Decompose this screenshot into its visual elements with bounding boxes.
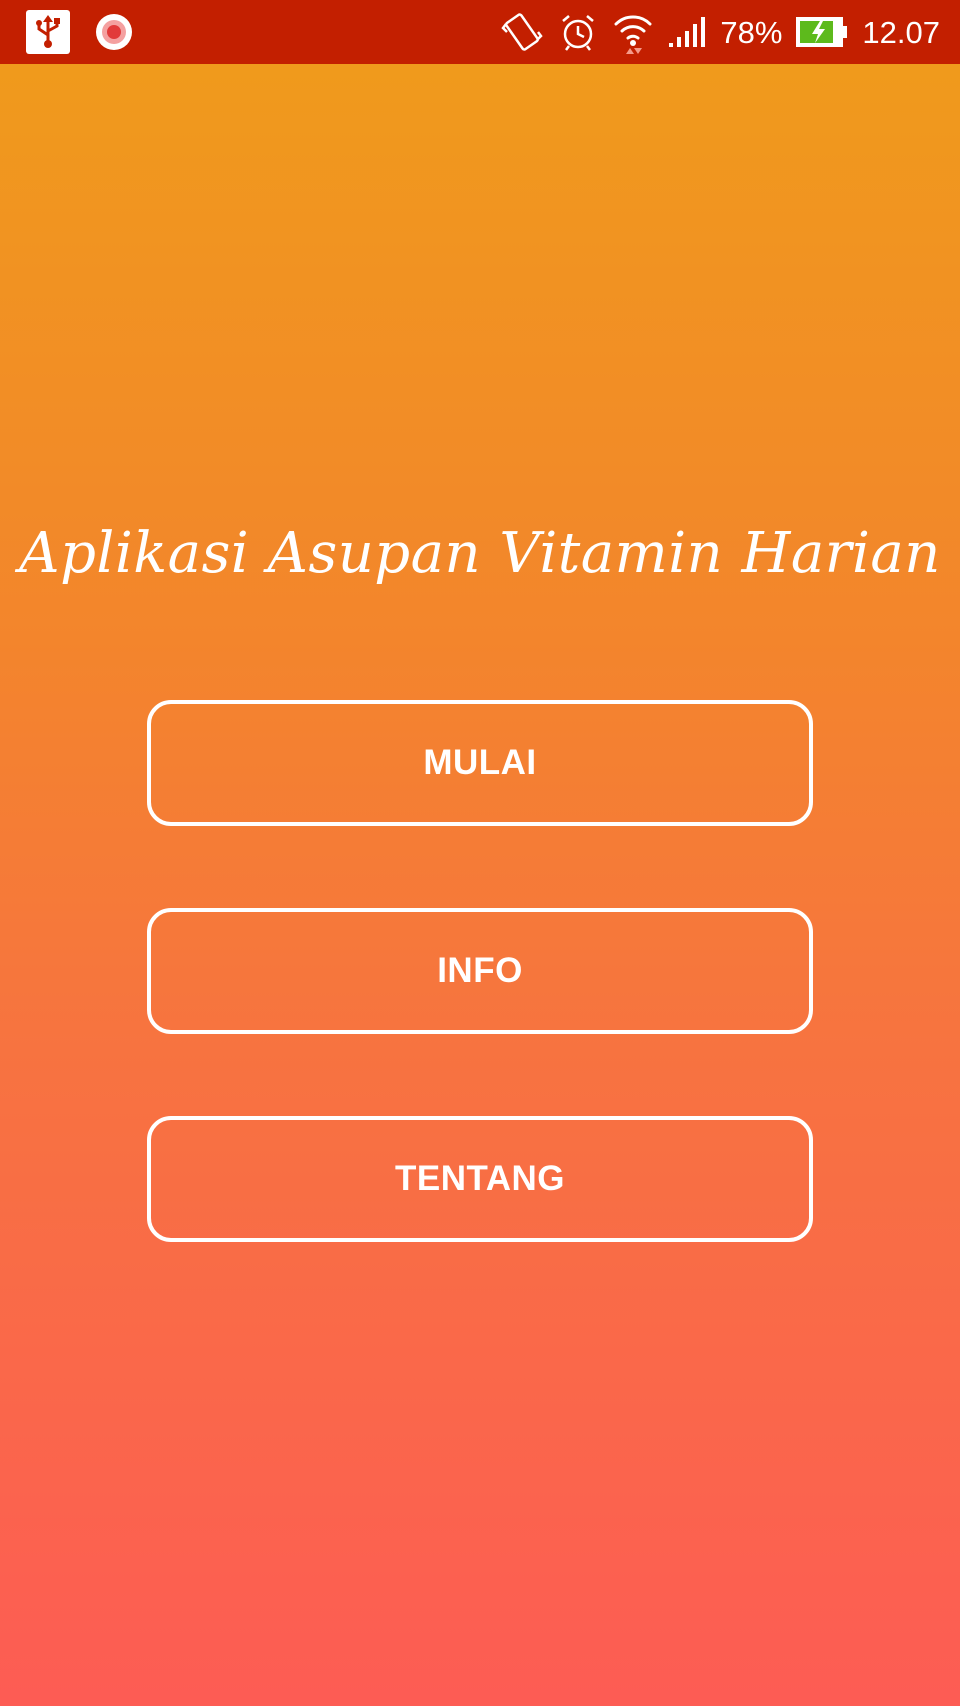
screen-record-icon [94, 12, 134, 52]
usb-icon [26, 10, 70, 54]
main-screen: Aplikasi Asupan Vitamin Harian MULAI INF… [0, 64, 960, 1706]
wifi-icon [612, 10, 654, 54]
signal-icon [668, 15, 706, 49]
clock: 12.07 [862, 14, 940, 50]
alarm-icon [558, 12, 598, 52]
battery-percent: 78% [720, 14, 783, 50]
notification-icons [26, 10, 134, 54]
status-bar: 78% 12.07 [0, 0, 960, 64]
app-title: Aplikasi Asupan Vitamin Harian [19, 521, 941, 586]
system-icons: 78% 12.07 [500, 0, 940, 64]
info-button[interactable]: INFO [147, 908, 813, 1034]
battery-charging-icon [796, 17, 848, 47]
about-button[interactable]: TENTANG [147, 1116, 813, 1242]
start-button[interactable]: MULAI [147, 700, 813, 826]
vibrate-icon [500, 10, 544, 54]
